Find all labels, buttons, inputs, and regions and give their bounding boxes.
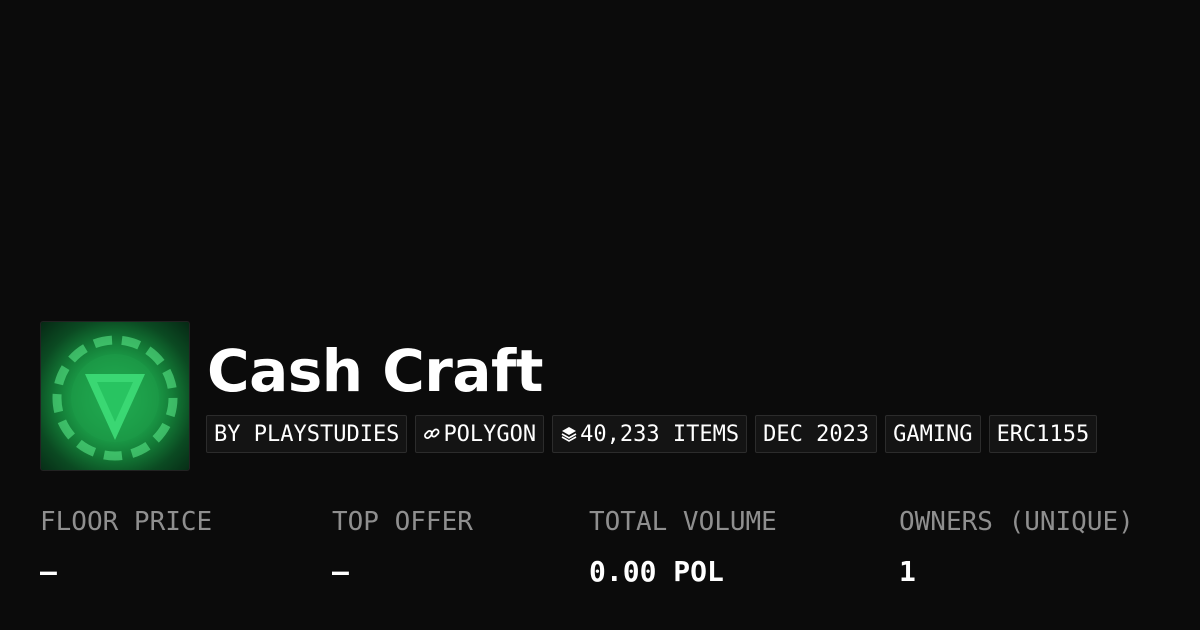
collection-title: Cash Craft [207, 337, 543, 405]
link-icon [423, 425, 441, 443]
floor-price-value: – [40, 555, 57, 588]
chain-label: POLYGON [443, 421, 537, 447]
top-offer-value: – [332, 555, 349, 588]
green-chip-logo-icon [52, 335, 178, 461]
created-date-chip: DEC 2023 [755, 415, 878, 453]
items-count: 40,233 ITEMS [580, 421, 740, 447]
top-offer-label: TOP OFFER [332, 507, 473, 537]
chain-chip[interactable]: POLYGON [415, 415, 545, 453]
creator-chip[interactable]: BY PLAYSTUDIES [206, 415, 408, 453]
owners-label: OWNERS (UNIQUE) [899, 507, 1134, 537]
collection-info-chips: BY PLAYSTUDIES POLYGON 40,233 ITEMS DEC … [206, 415, 1098, 453]
items-chip[interactable]: 40,233 ITEMS [552, 415, 748, 453]
owners-value: 1 [899, 555, 916, 588]
total-volume-value: 0.00 POL [589, 555, 724, 588]
layers-icon [560, 425, 578, 443]
category-chip[interactable]: GAMING [885, 415, 981, 453]
floor-price-label: FLOOR PRICE [40, 507, 213, 537]
total-volume-label: TOTAL VOLUME [589, 507, 777, 537]
collection-avatar [40, 321, 190, 471]
token-standard-chip: ERC1155 [988, 415, 1098, 453]
